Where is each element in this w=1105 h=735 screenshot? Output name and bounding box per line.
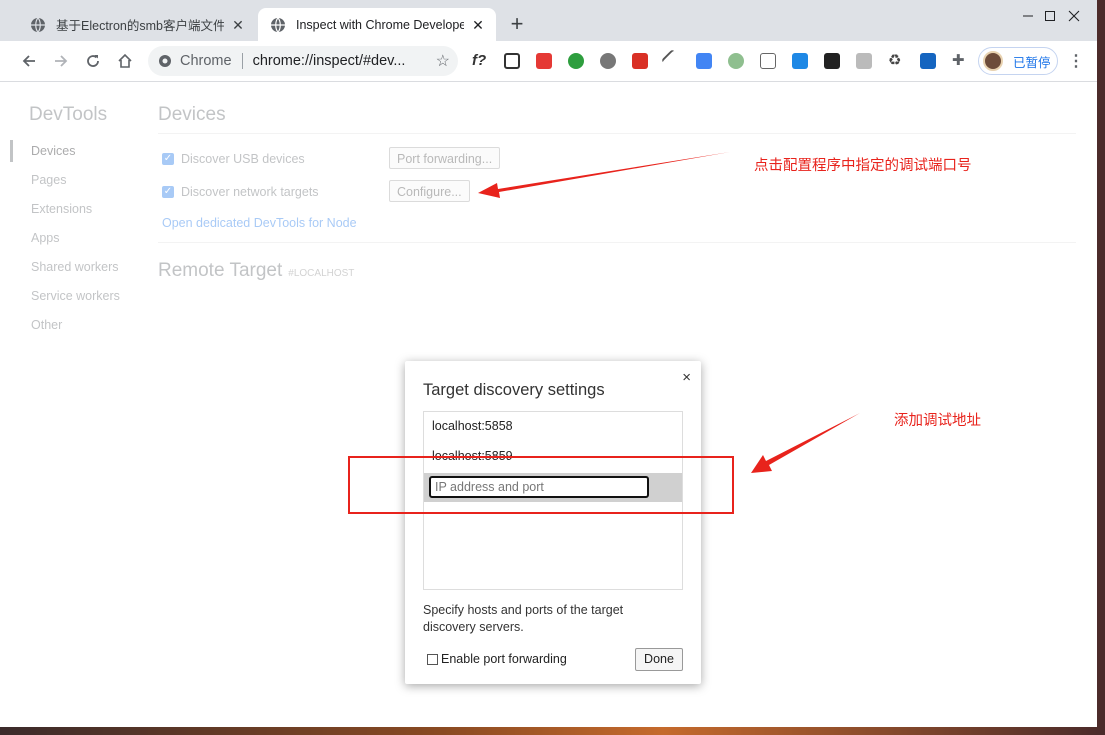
list-item[interactable]: localhost:5858 [432, 419, 513, 433]
home-icon [118, 53, 132, 68]
close-icon[interactable]: × [682, 369, 691, 386]
back-arrow-icon [22, 55, 35, 67]
bookmark-star-icon[interactable]: ☆ [436, 51, 450, 71]
extension-icon[interactable] [536, 53, 552, 69]
sidebar-item-pages[interactable]: Pages [31, 173, 66, 187]
fe-extension-icon[interactable] [632, 53, 648, 69]
close-tab-icon[interactable]: ✕ [470, 17, 486, 33]
selection-indicator [10, 140, 13, 162]
close-icon [1068, 10, 1080, 22]
divider [158, 242, 1076, 243]
new-tab-button[interactable]: + [505, 12, 529, 36]
gear-extension-icon[interactable] [600, 53, 616, 69]
sidebar-item-apps[interactable]: Apps [31, 231, 60, 245]
more-vert-icon: ⋮ [1068, 53, 1084, 70]
sidebar-item-devices[interactable]: Devices [31, 144, 75, 158]
separator [241, 53, 243, 69]
tab-strip: 基于Electron的smb客户端文件上 ✕ Inspect with Chro… [0, 0, 1097, 41]
sidebar-item-service-workers[interactable]: Service workers [31, 289, 120, 303]
avatar [983, 51, 1003, 71]
add-address-annotation: 添加调试地址 [894, 413, 981, 429]
target-discovery-dialog: Target discovery settings × localhost:58… [405, 361, 701, 684]
remote-target-heading: Remote Target #LOCALHOST [158, 260, 354, 282]
url-text[interactable]: chrome://inspect/#dev... [253, 53, 430, 69]
discover-network-checkbox[interactable]: ✓ Discover network targets [162, 185, 319, 199]
checkbox-checked-icon: ✓ [162, 186, 174, 198]
close-tab-icon[interactable]: ✕ [230, 17, 246, 33]
enable-port-forwarding-label: Enable port forwarding [441, 652, 567, 666]
mail-extension-icon[interactable] [856, 53, 872, 69]
home-button[interactable] [112, 48, 138, 74]
dialog-title: Target discovery settings [423, 381, 605, 399]
dialog-description: Specify hosts and ports of the target di… [423, 603, 624, 634]
devices-heading: Devices [158, 104, 226, 125]
checkbox-checked-icon: ✓ [162, 153, 174, 165]
forward-arrow-icon [55, 55, 68, 67]
dictionary-extension-icon[interactable] [920, 53, 936, 69]
formula-extension-icon[interactable]: f? [472, 53, 488, 69]
translate-icon[interactable] [696, 53, 712, 69]
tab-title: 基于Electron的smb客户端文件上 [56, 19, 224, 33]
port-forwarding-button[interactable]: Port forwarding... [389, 147, 501, 169]
evernote-icon[interactable] [568, 53, 584, 69]
scheme-chip: Chrome [180, 53, 232, 69]
eyedropper-icon[interactable] [660, 48, 686, 74]
reload-button[interactable] [80, 48, 106, 74]
browser-toolbar: Chrome chrome://inspect/#dev... ☆ f? ♻ ✚… [0, 41, 1097, 82]
address-bar[interactable]: Chrome chrome://inspect/#dev... ☆ [148, 46, 458, 76]
profile-button[interactable]: 已暂停 [978, 47, 1058, 75]
globe-icon [31, 17, 45, 32]
chrome-icon [159, 55, 171, 67]
tab-inspect[interactable]: Inspect with Chrome Develope ✕ [258, 8, 496, 41]
remote-target-host: #LOCALHOST [288, 268, 355, 279]
tab-smb-article[interactable]: 基于Electron的smb客户端文件上 ✕ [18, 8, 256, 41]
discover-network-label: Discover network targets [181, 185, 319, 199]
tab-title: Inspect with Chrome Develope [296, 17, 464, 32]
screenshot-extension-icon[interactable] [504, 53, 520, 69]
checkbox-unchecked-icon [427, 653, 438, 665]
forward-button[interactable] [48, 48, 74, 74]
reload-icon [87, 55, 99, 67]
highlight-box [348, 456, 734, 514]
remote-target-title: Remote Target [158, 260, 283, 281]
enable-port-forwarding-checkbox[interactable]: Enable port forwarding [427, 652, 567, 666]
back-button[interactable] [16, 48, 42, 74]
terminal-extension-icon[interactable] [824, 53, 840, 69]
divider [158, 133, 1076, 134]
m-extension-icon[interactable] [792, 53, 808, 69]
done-button[interactable]: Done [635, 648, 683, 671]
sidebar-item-extensions[interactable]: Extensions [31, 202, 92, 216]
globe-icon [271, 17, 285, 32]
sidebar-item-other[interactable]: Other [31, 318, 62, 332]
puzzle-icon[interactable]: ✚ [952, 53, 968, 69]
sidebar-item-shared-workers[interactable]: Shared workers [31, 260, 119, 274]
discover-usb-label: Discover USB devices [181, 152, 305, 166]
node-devtools-link[interactable]: Open dedicated DevTools for Node [162, 216, 357, 230]
circle-extension-icon[interactable] [728, 53, 744, 69]
menu-button[interactable]: ⋮ [1063, 48, 1089, 74]
recycle-icon[interactable]: ♻ [888, 53, 904, 69]
reader-extension-icon[interactable] [760, 53, 776, 69]
devtools-title: DevTools [29, 104, 108, 125]
close-window-button[interactable] [1051, 0, 1097, 32]
configure-annotation: 点击配置程序中指定的调试端口号 [754, 158, 972, 174]
discover-usb-checkbox[interactable]: ✓ Discover USB devices [162, 152, 305, 166]
configure-button[interactable]: Configure... [389, 180, 470, 202]
profile-status: 已暂停 [1013, 55, 1051, 70]
